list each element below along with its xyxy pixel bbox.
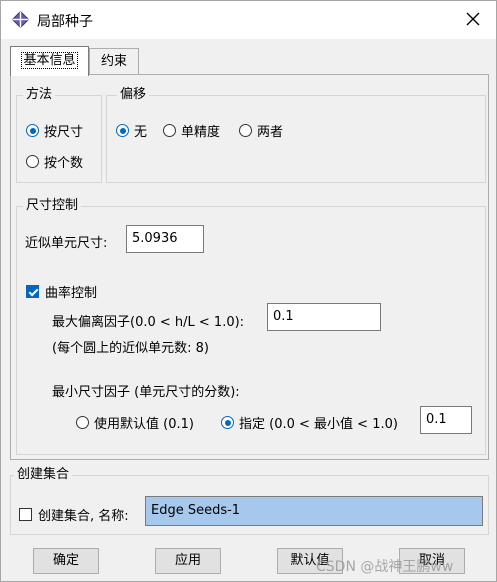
use-default-label: 使用默认值 (0.1)	[94, 417, 194, 432]
max-deviation-label: 最大偏离因子(0.0 < h/L < 1.0):	[52, 315, 245, 330]
bias-none-radio[interactable]: 无	[116, 121, 147, 140]
specify-label: 指定 (0.0 < 最小值 < 1.0)	[239, 417, 398, 432]
radio-unselected-icon	[76, 416, 89, 429]
method-by-size-label: 按尺寸	[44, 125, 84, 140]
approx-size-label: 近似单元尺寸:	[25, 236, 108, 251]
bias-none-label: 无	[134, 125, 148, 140]
tab-panel: 方法 按尺寸 按个数 偏移 无 单精度 两者 尺寸控制 近似单元尺寸: 5.09…	[10, 74, 489, 460]
use-default-radio[interactable]: 使用默认值 (0.1)	[76, 413, 194, 432]
bias-group: 偏移 无 单精度 两者	[106, 87, 486, 183]
min-size-factor-input[interactable]: 0.1	[420, 406, 472, 434]
set-name-input[interactable]: Edge Seeds-1	[145, 496, 483, 526]
tab-constraints[interactable]: 约束	[89, 48, 139, 75]
bias-double-label: 两者	[257, 125, 284, 140]
window-title: 局部种子	[37, 14, 93, 30]
watermark: CSDN @战神王鹏ww	[316, 559, 454, 575]
radio-unselected-icon	[163, 124, 176, 137]
method-by-number-label: 按个数	[44, 156, 84, 171]
title-bar[interactable]: 局部种子	[1, 1, 496, 39]
dialog-window: 局部种子 基本信息 约束 方法 按尺寸 按个数 偏移 无 单精度 两者 尺寸控制…	[0, 0, 497, 582]
method-by-number-radio[interactable]: 按个数	[26, 152, 83, 171]
tab-constraints-label: 约束	[100, 54, 127, 69]
app-icon	[11, 10, 30, 29]
tab-basic-info-label: 基本信息	[21, 52, 78, 69]
approx-elements-note: (每个圆上的近似单元数: 8)	[52, 341, 209, 356]
bias-single-label: 单精度	[181, 125, 221, 140]
radio-selected-icon	[221, 416, 234, 429]
max-deviation-input[interactable]: 0.1	[267, 303, 381, 331]
create-set-title: 创建集合	[14, 467, 73, 483]
ok-button[interactable]: 确定	[33, 548, 99, 574]
apply-button[interactable]: 应用	[155, 548, 221, 574]
method-group: 方法 按尺寸 按个数	[16, 87, 102, 183]
specify-radio[interactable]: 指定 (0.0 < 最小值 < 1.0)	[221, 413, 398, 432]
radio-selected-icon	[26, 124, 39, 137]
create-set-label: 创建集合, 名称:	[38, 509, 129, 524]
size-control-title: 尺寸控制	[23, 198, 82, 214]
min-size-factor-label: 最小尺寸因子 (单元尺寸的分数):	[52, 385, 240, 400]
bias-double-radio[interactable]: 两者	[239, 121, 283, 140]
radio-unselected-icon	[26, 155, 39, 168]
size-control-group: 尺寸控制 近似单元尺寸: 5.0936 曲率控制 最大偏离因子(0.0 < h/…	[16, 198, 486, 455]
radio-selected-icon	[116, 124, 129, 137]
radio-unselected-icon	[239, 124, 252, 137]
approx-size-input[interactable]: 5.0936	[126, 225, 204, 253]
create-set-checkbox[interactable]: 创建集合, 名称:	[19, 505, 129, 524]
bias-group-title: 偏移	[117, 87, 150, 103]
tab-basic-info[interactable]: 基本信息	[10, 46, 89, 76]
create-set-group: 创建集合 创建集合, 名称: Edge Seeds-1	[10, 467, 489, 535]
curvature-control-label: 曲率控制	[45, 286, 98, 301]
method-by-size-radio[interactable]: 按尺寸	[26, 121, 83, 140]
bias-single-radio[interactable]: 单精度	[163, 121, 220, 140]
checkbox-checked-icon	[26, 285, 39, 298]
curvature-control-checkbox[interactable]: 曲率控制	[26, 282, 97, 301]
method-group-title: 方法	[23, 87, 56, 103]
close-icon[interactable]	[464, 10, 482, 28]
checkbox-unchecked-icon	[19, 508, 32, 521]
